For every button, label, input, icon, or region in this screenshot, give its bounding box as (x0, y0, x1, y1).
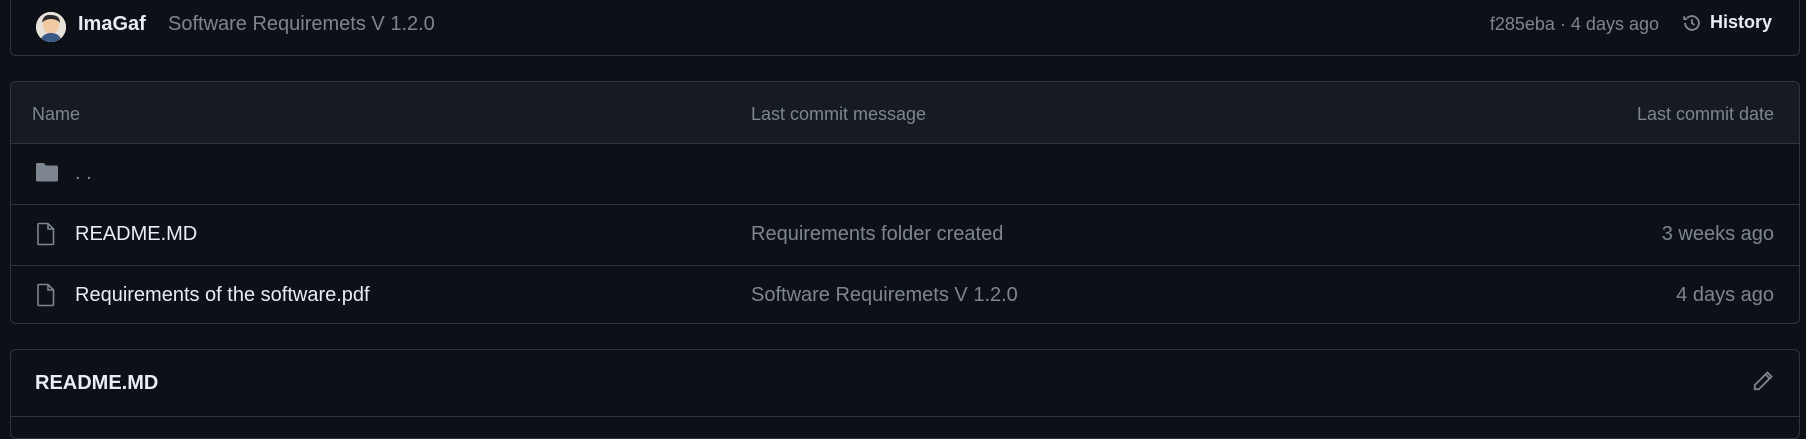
folder-icon (35, 161, 59, 189)
parent-directory-row[interactable]: . . (11, 144, 1799, 205)
table-header: Name Last commit message Last commit dat… (11, 82, 1799, 144)
header-commit-date: Last commit date (1636, 104, 1774, 124)
file-table: Name Last commit message Last commit dat… (10, 81, 1800, 324)
table-row[interactable]: Requirements of the software.pdf Softwar… (11, 266, 1799, 323)
file-name-link[interactable]: Requirements of the software.pdf (75, 284, 370, 307)
commit-message-link[interactable]: Requirements folder created (751, 223, 1003, 246)
readme-header: README.MD (11, 350, 1799, 417)
readme-title: README.MD (35, 372, 159, 394)
commit-sha-time[interactable]: f285eba · 4 days ago (1490, 14, 1659, 35)
header-name: Name (32, 104, 81, 124)
commit-author[interactable]: ImaGaf (78, 13, 146, 36)
commit-message[interactable]: Software Requiremets V 1.2.0 (168, 13, 435, 36)
table-row[interactable]: README.MD Requirements folder created 3 … (11, 205, 1799, 266)
commit-date: 4 days ago (1676, 284, 1774, 306)
pencil-icon[interactable] (1752, 370, 1774, 397)
parent-directory-link[interactable]: . . (75, 162, 92, 185)
commit-message-link[interactable]: Software Requiremets V 1.2.0 (751, 284, 1018, 307)
history-button[interactable]: History (1682, 12, 1772, 33)
file-icon (35, 283, 57, 313)
file-icon (35, 222, 57, 252)
readme-panel: README.MD (10, 349, 1800, 439)
header-commit-message: Last commit message (751, 104, 927, 124)
commit-date: 3 weeks ago (1661, 223, 1774, 245)
latest-commit-bar: ImaGaf Software Requiremets V 1.2.0 f285… (10, 0, 1800, 56)
avatar[interactable] (36, 12, 66, 42)
file-name-link[interactable]: README.MD (75, 223, 197, 246)
history-clock-icon (1683, 14, 1700, 31)
history-label: History (1709, 12, 1772, 32)
